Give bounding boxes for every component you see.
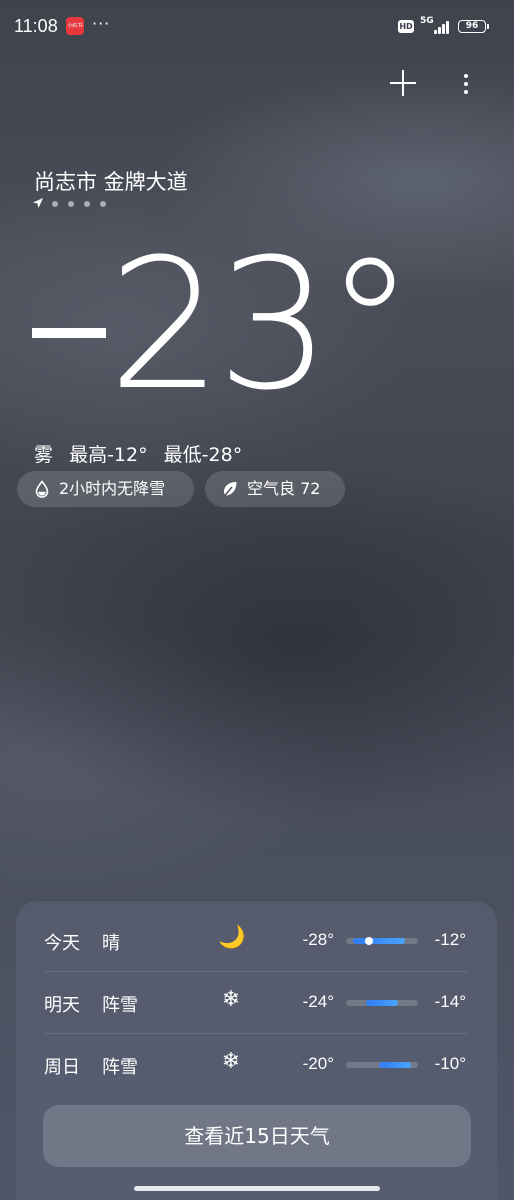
temperature-range-fill [378, 1062, 412, 1068]
forecast-low: -24° [302, 992, 334, 1011]
row-divider [44, 971, 468, 972]
battery-level: 96 [465, 21, 479, 31]
status-time: 11:08 [14, 16, 58, 36]
forecast-day: 明天 [44, 995, 80, 1016]
low-temp: 最低-28° [163, 444, 243, 466]
current-temperature-marker [364, 937, 373, 945]
more-notifications-icon: ··· [92, 14, 111, 33]
forecast-condition: 阵雪 [102, 1057, 138, 1078]
forecast-high: -12° [434, 930, 466, 949]
status-bar: 11:08 小红书 ··· HD 5G 96 [0, 0, 514, 54]
add-city-button[interactable] [386, 66, 420, 100]
page-dot [84, 201, 90, 207]
temperature-range-fill [352, 938, 405, 944]
forecast-high: -10° [434, 1054, 466, 1073]
forecast-day: 今天 [44, 933, 80, 954]
snowflake-icon: ❄ [221, 1049, 241, 1074]
precipitation-chip[interactable]: 2小时内无降雪 [17, 471, 194, 507]
forecast-low: -20° [302, 1054, 334, 1073]
forecast-day: 周日 [44, 1057, 80, 1078]
forecast-condition: 阵雪 [102, 995, 138, 1016]
current-temperature: 23° [30, 236, 415, 416]
precipitation-text: 2小时内无降雪 [59, 479, 166, 498]
home-indicator[interactable] [134, 1186, 380, 1191]
current-condition: 雾 [34, 444, 54, 466]
location-arrow-icon [33, 198, 43, 208]
forecast-row[interactable]: 明天 阵雪 ❄ -24° -14° [44, 971, 468, 1033]
row-divider [44, 1033, 468, 1034]
forecast-high: -14° [434, 992, 466, 1011]
forecast-row[interactable]: 今天 晴 🌙 -28° -12° [44, 909, 468, 971]
page-dot [52, 201, 58, 207]
minus-sign [32, 328, 106, 338]
page-dot [68, 201, 74, 207]
moon-icon: 🌙 [218, 925, 246, 950]
app-notification-icon: 小红书 [66, 17, 84, 35]
more-menu-button[interactable] [452, 68, 480, 100]
air-quality-chip[interactable]: 空气良 72 [205, 471, 345, 507]
signal-icon [434, 20, 452, 34]
snowflake-icon: ❄ [221, 987, 241, 1012]
weather-summary: 雾 最高-12° 最低-28° [34, 440, 252, 467]
air-quality-text: 空气良 72 [247, 479, 321, 498]
high-temp: 最高-12° [69, 444, 148, 466]
temperature-range-fill [365, 1000, 399, 1006]
battery-tip [487, 24, 489, 29]
temperature-range-bar [346, 1062, 418, 1068]
hd-icon: HD [398, 20, 414, 33]
view-15-day-forecast-button[interactable]: 查看近15日天气 [43, 1105, 471, 1167]
page-dot [100, 201, 106, 207]
city-page-indicator [32, 197, 122, 209]
network-type: 5G [420, 16, 434, 26]
forecast-row[interactable]: 周日 阵雪 ❄ -20° -10° [44, 1033, 468, 1095]
temperature-range-bar [346, 937, 418, 945]
battery-icon: 96 [458, 20, 486, 33]
forecast-condition: 晴 [102, 933, 120, 954]
forecast-low: -28° [302, 930, 334, 949]
leaf-icon [223, 482, 237, 497]
forecast-card: 今天晴 🌙 -28° -12° 明天 阵雪 ❄ -24° -14° 周日 阵雪 ❄ -20° -10° 查… [16, 901, 497, 1200]
raindrop-icon [35, 480, 49, 498]
location-name: 尚志市 金牌大道 [34, 170, 188, 194]
temperature-range-bar [346, 1000, 418, 1006]
